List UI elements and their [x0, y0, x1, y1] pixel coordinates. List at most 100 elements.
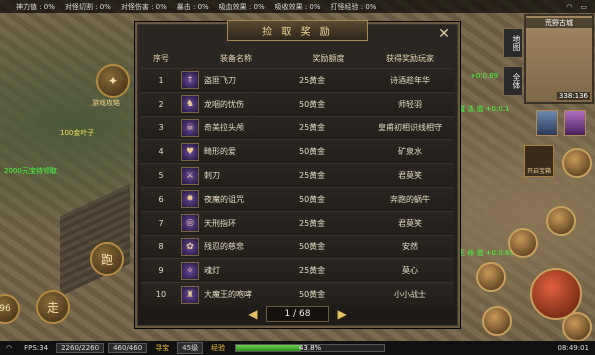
amount-cell: 25黄金: [299, 123, 326, 133]
skill-button[interactable]: [508, 228, 538, 258]
item-name: 魂灯: [204, 266, 220, 276]
amount-cell: 25黄金: [299, 171, 326, 181]
tab-all[interactable]: 全体: [503, 66, 523, 96]
rank-cell: 7: [158, 218, 164, 228]
table-row[interactable]: 5 ⚔ 刺刀 25黄金 君莫笑: [141, 163, 454, 187]
run-button[interactable]: 跑: [90, 242, 124, 276]
strategy-button[interactable]: ✦: [96, 64, 130, 98]
item-name: 大魔王的咆哮: [204, 290, 252, 300]
item-cell: † 盗匪飞刀: [181, 71, 291, 90]
ring-icon: ◎: [181, 214, 199, 233]
status-item: 吸血效果 : 0%: [218, 2, 265, 11]
level-badge: 96: [0, 294, 20, 324]
dragon-icon: ♞: [181, 95, 199, 114]
item-name: 畸形的爱: [204, 147, 236, 157]
item-cell: ✿ 残忍的慈悲: [181, 237, 291, 256]
table-row[interactable]: 3 ☠ 奇美拉头颅 25黄金 皇甫初相识线相守: [141, 115, 454, 140]
exp-bar: 43.8%: [235, 344, 386, 352]
amount-cell: 25黄金: [299, 266, 326, 276]
walk-button[interactable]: 走: [36, 290, 70, 324]
guild-text: 2000元宝待领取: [4, 167, 57, 175]
rank-cell: 1: [158, 75, 164, 85]
tab-map[interactable]: 地图: [503, 28, 523, 58]
status-item: 吸收效果 : 0%: [274, 2, 321, 11]
dagger-icon: †: [181, 71, 199, 90]
item-cell: ♜ 大魔王的咆哮: [181, 285, 291, 304]
float-text: 魔 法 值 +0:0.1: [458, 105, 510, 113]
close-button[interactable]: ✕: [436, 26, 452, 42]
hp-readout: 2260/2260: [56, 343, 105, 353]
scroll-item-icon[interactable]: [536, 110, 558, 136]
rank-cell: 9: [158, 266, 164, 276]
prev-page-button[interactable]: ◀: [248, 307, 257, 321]
table-row[interactable]: 10 ♜ 大魔王的咆哮 50黄金 小小战士: [141, 282, 454, 306]
level-readout: 45级: [177, 342, 204, 354]
page-indicator: 1 / 68: [265, 306, 330, 322]
fps-readout: FPS:34: [24, 344, 49, 352]
player-cell: 君莫笑: [398, 218, 422, 228]
table-row[interactable]: 2 ♞ 龙咽的忧伤 50黄金 师轻羽: [141, 91, 454, 116]
player-cell: 诗酒趁年华: [390, 75, 430, 85]
player-cell: 奔跑的蜗牛: [390, 194, 430, 204]
table-row[interactable]: 4 ♥ 畸形的爱 50黄金 矿泉水: [141, 139, 454, 164]
amount-cell: 50黄金: [299, 99, 326, 109]
item-name: 夜魔的诅咒: [204, 194, 244, 204]
close-icon: ✕: [438, 26, 450, 42]
amount-cell: 50黄金: [299, 290, 326, 300]
rank-cell: 5: [158, 171, 164, 181]
wifi-icon: ◠: [6, 344, 13, 352]
skull-icon: ☠: [181, 118, 199, 137]
status-item: 暴击 : 0%: [176, 2, 209, 11]
next-page-button[interactable]: ▶: [337, 307, 346, 321]
reward-panel: 捡 取 奖 励 ✕ 序号 装备名称 奖励额度 获得奖励玩家 1 † 盗匪飞刀 25黄金…: [135, 19, 460, 328]
amount-cell: 50黄金: [299, 194, 326, 204]
item-name: 盗匪飞刀: [204, 75, 236, 85]
amount-cell: 25黄金: [299, 75, 326, 85]
skill-button[interactable]: [562, 148, 592, 178]
curse-icon: ✸: [181, 190, 199, 209]
amount-cell: 25黄金: [299, 218, 326, 228]
table-row[interactable]: 1 † 盗匪飞刀 25黄金 诗酒趁年华: [141, 68, 454, 92]
column-header: 奖励额度: [312, 53, 345, 63]
skill-button[interactable]: [476, 262, 506, 292]
item-name: 天刑指环: [204, 218, 236, 228]
exp-text: 43.8%: [298, 344, 322, 352]
open-chest-button[interactable]: 开启宝箱: [524, 145, 554, 177]
skill-button[interactable]: [482, 306, 512, 336]
player-cell: 安然: [402, 242, 418, 252]
status-item: 打怪经验 : 0%: [330, 2, 377, 11]
rank-cell: 4: [158, 147, 164, 157]
table-row[interactable]: 6 ✸ 夜魔的诅咒 50黄金 奔跑的蜗牛: [141, 186, 454, 211]
status-item: 对怪伤害 : 0%: [120, 2, 167, 11]
status-item: 对怪切割 : 0%: [64, 2, 111, 11]
gold-label: 寻宝: [155, 344, 170, 352]
column-header: 获得奖励玩家: [386, 53, 434, 63]
skill-button[interactable]: [546, 206, 576, 236]
rank-cell: 3: [158, 123, 164, 133]
item-cell: ♞ 龙咽的忧伤: [181, 95, 291, 114]
item-name: 残忍的慈悲: [204, 242, 244, 252]
table-row[interactable]: 9 ✧ 魂灯 25黄金 莫心: [141, 258, 454, 283]
float-text: +0:0.69: [470, 72, 499, 80]
player-cell: 矿泉水: [398, 147, 422, 157]
gold-text: 100金叶子: [60, 129, 95, 137]
left-hud: ✦ 游戏攻略 100金叶子 2000元宝待领取 跑 走 96: [0, 14, 130, 334]
amount-cell: 50黄金: [299, 147, 326, 157]
bottom-bar: ◠ FPS:34 2260/2260 460/460 寻宝 45级 经验 43.…: [0, 341, 595, 355]
main-attack-button[interactable]: [530, 268, 582, 320]
reward-table: 序号 装备名称 奖励额度 获得奖励玩家 1 † 盗匪飞刀 25黄金 诗酒趁年华 2 ♞ 龙咽的…: [141, 48, 454, 306]
table-row[interactable]: 7 ◎ 天刑指环 25黄金 君莫笑: [141, 210, 454, 235]
column-header: 装备名称: [220, 53, 252, 63]
player-cell: 小小战士: [394, 290, 426, 300]
item-name: 奇美拉头颅: [204, 123, 244, 133]
item-name: 龙咽的忧伤: [204, 99, 244, 109]
potion-item-icon[interactable]: [564, 110, 586, 136]
minimap[interactable]: 荒野古城 338:136: [524, 14, 594, 104]
item-cell: ☠ 奇美拉头颅: [181, 118, 291, 137]
table-header: 序号 装备名称 奖励额度 获得奖励玩家: [141, 48, 454, 68]
table-row[interactable]: 8 ✿ 残忍的慈悲 50黄金 安然: [141, 234, 454, 259]
item-cell: ✸ 夜魔的诅咒: [181, 190, 291, 209]
minimap-coords: 338:136: [556, 92, 590, 100]
mercy-icon: ✿: [181, 237, 199, 256]
item-name: 刺刀: [204, 171, 220, 181]
